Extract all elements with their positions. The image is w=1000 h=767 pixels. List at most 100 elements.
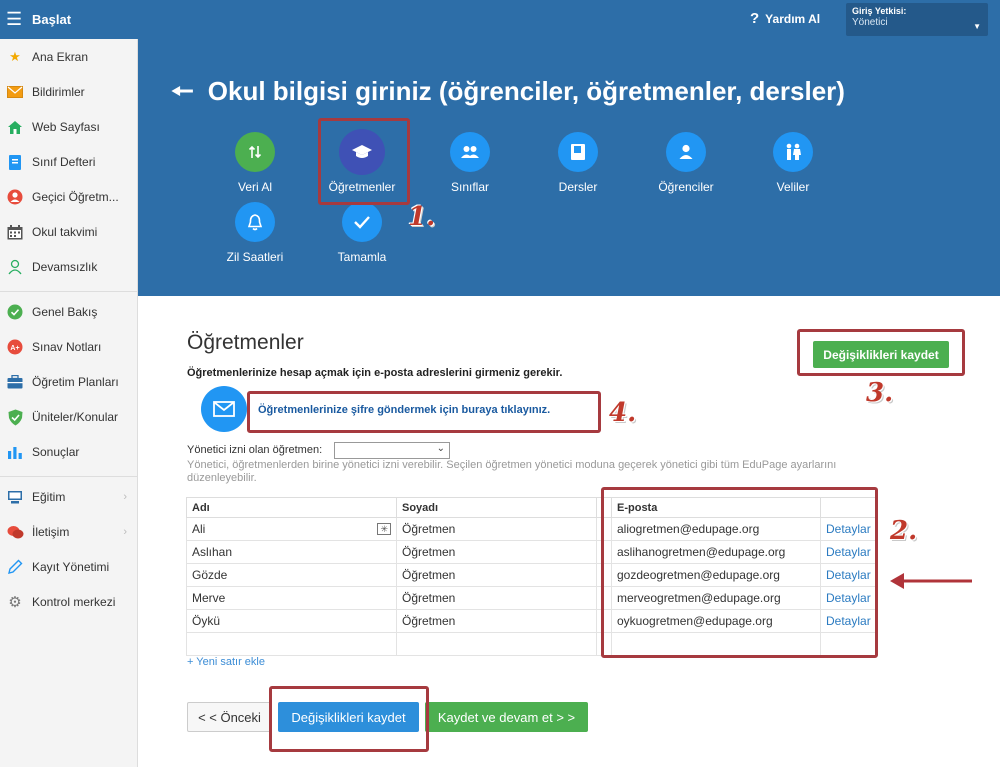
sidebar-item-label: Eğitim	[32, 490, 66, 504]
sidebar-item-sinav-notlari[interactable]: A+ Sınav Notları	[0, 332, 137, 362]
sidebar-item-bildirimler[interactable]: Bildirimler	[0, 77, 137, 107]
page-title-text: Okul bilgisi giriniz (öğrenciler, öğretm…	[207, 76, 845, 106]
sidebar-item-label: Sınav Notları	[32, 340, 102, 354]
admin-note: Yönetici, öğretmenlerden birine yönetici…	[187, 459, 837, 484]
parents-icon	[773, 132, 813, 172]
sidebar-item-devamsizlik[interactable]: Devamsızlık	[0, 252, 137, 282]
bar-chart-icon	[6, 443, 24, 461]
first-name-cell[interactable]: Ali ✳	[186, 517, 397, 541]
admin-teacher-label: Yönetici izni olan öğretmen:	[187, 444, 323, 456]
annotation-number-3: 3.	[866, 378, 894, 408]
sidebar-item-kontrol-merkezi[interactable]: ⚙ Kontrol merkezi	[0, 587, 137, 617]
last-name-cell[interactable]: Öğretmen	[396, 563, 597, 587]
question-icon: ?	[750, 10, 760, 27]
sidebar-item-web-sayfasi[interactable]: Web Sayfası	[0, 112, 137, 142]
help-label: Yardım Al	[765, 12, 821, 26]
annotation-box-teachers-step	[318, 118, 410, 205]
annotation-box-email-column	[601, 487, 878, 658]
sidebar-item-label: Kayıt Yönetimi	[32, 560, 110, 574]
sidebar-item-label: Genel Bakış	[32, 305, 98, 319]
annotation-number-4: 4.	[609, 398, 637, 428]
sidebar-item-kayit-yonetimi[interactable]: Kayıt Yönetimi	[0, 552, 137, 582]
column-header-last-name[interactable]: Soyadı	[396, 497, 597, 518]
education-icon	[6, 488, 24, 506]
sidebar-item-gecici-ogretmen[interactable]: Geçici Öğretm...	[0, 182, 137, 212]
checkmark-icon	[342, 202, 382, 242]
annotation-number-2: 2.	[890, 516, 918, 546]
top-bar: ☰ Başlat ? Yardım Al Giriş Yetkisi: Yönet…	[0, 0, 1000, 39]
chevron-right-icon: ›	[123, 491, 127, 503]
mail-icon[interactable]	[201, 386, 247, 432]
sidebar-item-sinif-defteri[interactable]: Sınıf Defteri	[0, 147, 137, 177]
envelope-icon	[6, 83, 24, 101]
book-icon	[558, 132, 598, 172]
sidebar-item-egitim[interactable]: Eğitim ›	[0, 482, 137, 512]
bell-icon	[235, 202, 275, 242]
sidebar-divider	[0, 291, 137, 292]
sidebar-item-label: Kontrol merkezi	[32, 595, 116, 609]
column-header-first-name[interactable]: Adı	[186, 497, 397, 518]
step-veri-al[interactable]: Veri Al	[200, 132, 310, 194]
sidebar-item-uniteler-konular[interactable]: Üniteler/Konular	[0, 402, 137, 432]
step-veliler[interactable]: Veliler	[738, 132, 848, 194]
sidebar-item-label: Bildirimler	[32, 85, 85, 99]
note-icon[interactable]: ✳	[377, 523, 391, 535]
last-name-cell[interactable]: Öğretmen	[396, 586, 597, 610]
annotation-box-mail-link	[247, 391, 601, 433]
sidebar-item-iletisim[interactable]: İletişim ›	[0, 517, 137, 547]
previous-button[interactable]: < < Önceki	[187, 702, 272, 732]
step-zil-saatleri[interactable]: Zil Saatleri	[200, 202, 310, 264]
step-label: Veliler	[776, 180, 810, 194]
step-siniflar[interactable]: Sınıflar	[415, 132, 525, 194]
shield-check-icon	[6, 408, 24, 426]
help-button[interactable]: ? Yardım Al	[750, 10, 820, 27]
step-dersler[interactable]: Dersler	[523, 132, 633, 194]
sidebar-item-ana-ekran[interactable]: ★ Ana Ekran	[0, 42, 137, 72]
first-name-cell[interactable]: Öykü	[186, 609, 397, 633]
admin-teacher-select[interactable]: ⌄	[334, 442, 450, 459]
sidebar: ★ Ana Ekran Bildirimler Web Sayfası Sınıf…	[0, 39, 138, 767]
hamburger-menu-icon[interactable]: ☰	[6, 10, 22, 28]
add-row-link[interactable]: + Yeni satır ekle	[187, 656, 265, 668]
star-icon: ★	[9, 49, 21, 64]
role-select[interactable]: Giriş Yetkisi: Yönetici ▼	[846, 3, 988, 36]
last-name-cell[interactable]: Öğretmen	[396, 609, 597, 633]
first-name-cell[interactable]	[186, 632, 397, 656]
step-label: Dersler	[558, 180, 598, 194]
save-and-continue-button[interactable]: Kaydet ve devam et > >	[425, 702, 588, 732]
instruction-text: Öğretmenlerinize hesap açmak için e-post…	[187, 367, 563, 379]
last-name-cell[interactable]: Öğretmen	[396, 540, 597, 564]
step-label: Zil Saatleri	[226, 250, 284, 264]
step-label: Öğrenciler	[658, 180, 714, 194]
pencil-icon	[6, 558, 24, 576]
page-title: 🠔 Okul bilgisi giriniz (öğrenciler, öğret…	[171, 73, 845, 117]
first-name-value: Ali	[192, 522, 206, 536]
sidebar-item-label: Ana Ekran	[32, 50, 89, 64]
gear-icon: ⚙	[8, 594, 22, 611]
sidebar-item-label: Üniteler/Konular	[32, 410, 119, 424]
last-name-cell[interactable]	[396, 632, 597, 656]
sidebar-divider	[0, 476, 137, 477]
first-name-cell[interactable]: Gözde	[186, 563, 397, 587]
sidebar-item-label: Web Sayfası	[32, 120, 100, 134]
home-icon	[6, 118, 24, 136]
sidebar-item-okul-takvimi[interactable]: Okul takvimi	[0, 217, 137, 247]
check-circle-icon	[6, 303, 24, 321]
last-name-cell[interactable]: Öğretmen	[396, 517, 597, 541]
annotation-box-save-bottom	[269, 686, 429, 752]
start-menu-label[interactable]: Başlat	[32, 12, 71, 27]
first-name-cell[interactable]: Merve	[186, 586, 397, 610]
first-name-cell[interactable]: Aslıhan	[186, 540, 397, 564]
annotation-arrow-icon	[890, 573, 972, 589]
step-ogrenciler[interactable]: Öğrenciler	[631, 132, 741, 194]
sidebar-item-sonuclar[interactable]: Sonuçlar	[0, 437, 137, 467]
wizard-banner: 🠔 Okul bilgisi giriniz (öğrenciler, öğret…	[138, 39, 1000, 296]
book-icon	[6, 153, 24, 171]
substitute-icon	[6, 188, 24, 206]
calendar-icon	[6, 223, 24, 241]
sidebar-item-ogretim-planlari[interactable]: Öğretim Planları	[0, 367, 137, 397]
chevron-right-icon: ›	[123, 526, 127, 538]
step-tamamla[interactable]: Tamamla	[307, 202, 417, 264]
sidebar-item-genel-bakis[interactable]: Genel Bakış	[0, 297, 137, 327]
back-arrow-icon[interactable]: 🠔	[171, 76, 194, 106]
